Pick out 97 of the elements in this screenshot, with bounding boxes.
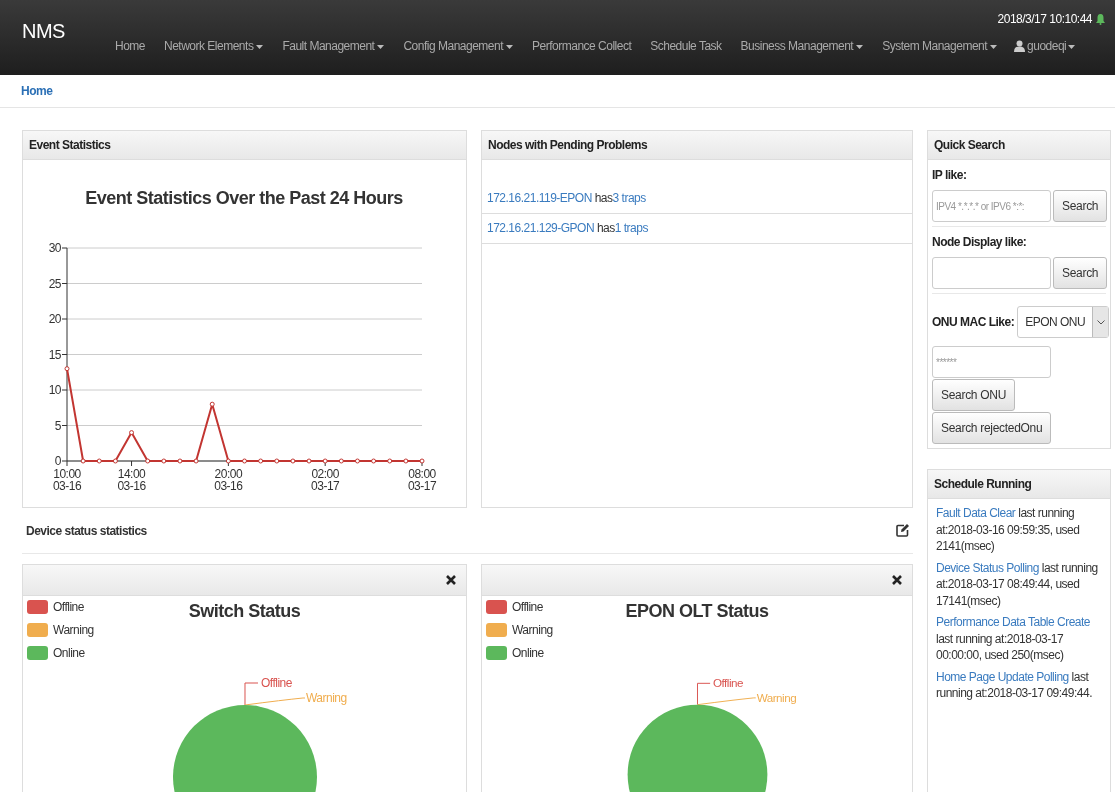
x-tick-label: 14:00 03-16	[117, 467, 146, 493]
search-rejected-button[interactable]: Search rejectedOnu	[932, 412, 1052, 444]
x-tick-label: 08:00 03-17	[407, 467, 437, 493]
chart-title: Event Statistics Over the Past 24 Hours	[85, 188, 403, 208]
field-label: Node Display like:	[932, 235, 1028, 249]
x-tick-label: 20:00 03-16	[214, 467, 243, 493]
data-point	[129, 430, 135, 436]
data-point	[387, 458, 393, 464]
data-point	[322, 458, 328, 464]
slice-label: Warning	[756, 690, 797, 704]
data-point	[64, 366, 70, 372]
breadcrumb-link[interactable]: Home	[21, 84, 53, 98]
data-point	[161, 458, 167, 464]
problem-entry: 172.16.21.119-EPON has3 traps	[482, 184, 912, 214]
search-onu-button[interactable]: Search ONU	[932, 379, 1016, 411]
legend-label[interactable]: Offline	[512, 600, 543, 614]
nav-menu-item[interactable]: Home	[115, 39, 145, 53]
y-tick-label: 10	[48, 383, 61, 397]
y-tick-label: 20	[48, 312, 61, 326]
user-icon	[1014, 40, 1026, 52]
traps-link[interactable]: 3 traps	[612, 191, 646, 205]
legend-label[interactable]: Warning	[512, 623, 553, 637]
nav-menu-item[interactable]: Performance Collect	[532, 39, 632, 53]
datetime: 2018/3/17 10:10:44	[997, 12, 1092, 26]
data-point	[177, 458, 183, 464]
chart-title: EPON OLT Status	[625, 600, 769, 623]
panel-title: Quick Search	[934, 138, 1005, 152]
data-point	[290, 458, 296, 464]
legend-label[interactable]: Offline	[53, 600, 84, 614]
data-point	[80, 458, 86, 464]
data-point	[371, 458, 377, 464]
data-point	[258, 458, 264, 464]
x-tick-label: 02:00 03-17	[311, 467, 340, 493]
data-point	[242, 458, 247, 464]
caret-icon	[1068, 44, 1076, 49]
panel-title: Nodes with Pending Problems	[488, 138, 648, 152]
nav-menu-item[interactable]: Fault Management	[282, 39, 385, 53]
task-link[interactable]: Fault Data Clear	[936, 506, 1016, 520]
nav-menu-item[interactable]: Schedule Task	[650, 39, 722, 53]
user-menu[interactable]: guodeqi	[1014, 39, 1076, 53]
nav-menu-item[interactable]: Config Management	[403, 39, 514, 53]
data-point	[145, 458, 151, 464]
task-link[interactable]: Performance Data Table Create	[936, 615, 1091, 629]
y-tick-label: 5	[54, 418, 61, 433]
panel-title: Event Statistics	[29, 138, 111, 152]
node-link[interactable]: 172.16.21.129-GPON	[487, 221, 595, 235]
field-label: ONU MAC Like:	[932, 315, 1015, 329]
task-link[interactable]: Device Status Polling	[936, 560, 1039, 575]
mac-input-field[interactable]: ******	[932, 346, 1051, 378]
section-title: Device status statistics	[26, 523, 147, 538]
legend-label[interactable]: Warning	[53, 623, 94, 637]
data-point	[112, 458, 118, 464]
data-point	[209, 401, 215, 407]
chevron-down-icon	[1096, 319, 1105, 325]
schedule-entry: Performance Data Table Create last running at:2018-03-17 00:00:00, used 250(msec)	[936, 614, 1092, 664]
data-point	[419, 458, 425, 464]
slice-label: Offline	[713, 676, 743, 690]
y-tick-label: 15	[48, 347, 61, 362]
traps-link[interactable]: 1 traps	[614, 221, 648, 235]
chart-title: Switch Status	[188, 600, 301, 623]
problem-entry: 172.16.21.129-GPON has1 traps	[482, 214, 912, 244]
task-link[interactable]: Home Page Update Polling	[936, 669, 1069, 684]
bell-icon[interactable]	[1096, 13, 1105, 25]
schedule-entry: Device Status Polling last running at:2018-03-17 08:49:44, used 17141(msec)	[936, 559, 1099, 609]
data-point	[193, 458, 199, 464]
data-point	[403, 458, 409, 464]
nav-menu-item[interactable]: Network Elements	[164, 39, 264, 53]
brand-logo[interactable]: NMS	[0, 0, 115, 75]
close-icon[interactable]	[892, 575, 902, 585]
node-input-field[interactable]	[932, 257, 1051, 289]
y-tick-label: 30	[48, 241, 61, 255]
schedule-entry: Home Page Update Polling last running at:2018-03-17 09:49:44.	[936, 668, 1093, 702]
search-button[interactable]: Search	[1053, 190, 1108, 222]
field-label: IP like:	[932, 168, 968, 182]
node-link[interactable]: 172.16.21.119-EPON	[487, 191, 592, 205]
legend-label[interactable]: Online	[512, 646, 544, 660]
nav-menu-item[interactable]: System Management	[882, 39, 998, 53]
nav-menu-item[interactable]: Business Management	[740, 39, 864, 53]
schedule-entry: Fault Data Clear last running at:2018-03-16 09:59:35, used 2141(msec)	[936, 505, 1081, 555]
data-point	[338, 458, 344, 464]
y-tick-label: 0	[54, 454, 61, 468]
close-icon[interactable]	[446, 575, 456, 585]
panel-title: Schedule Running	[934, 477, 1032, 491]
search-button[interactable]: Search	[1053, 257, 1108, 289]
slice-label: Warning	[306, 691, 347, 705]
y-tick-label: 25	[48, 276, 61, 291]
slice-label: Offline	[261, 676, 292, 690]
data-point	[225, 458, 231, 464]
ip-input-field[interactable]: IPV4 *.*.*.* or IPV6 *:*:	[932, 190, 1051, 222]
x-tick-label: 10:00 03-16	[52, 467, 82, 493]
data-point	[306, 458, 312, 464]
onu-type-dropdown[interactable]: EPON ONU	[1017, 306, 1110, 338]
data-point	[96, 458, 102, 464]
data-point	[274, 458, 280, 464]
data-point	[354, 458, 360, 464]
legend-label[interactable]: Online	[53, 646, 85, 660]
edit-icon[interactable]	[896, 524, 909, 537]
